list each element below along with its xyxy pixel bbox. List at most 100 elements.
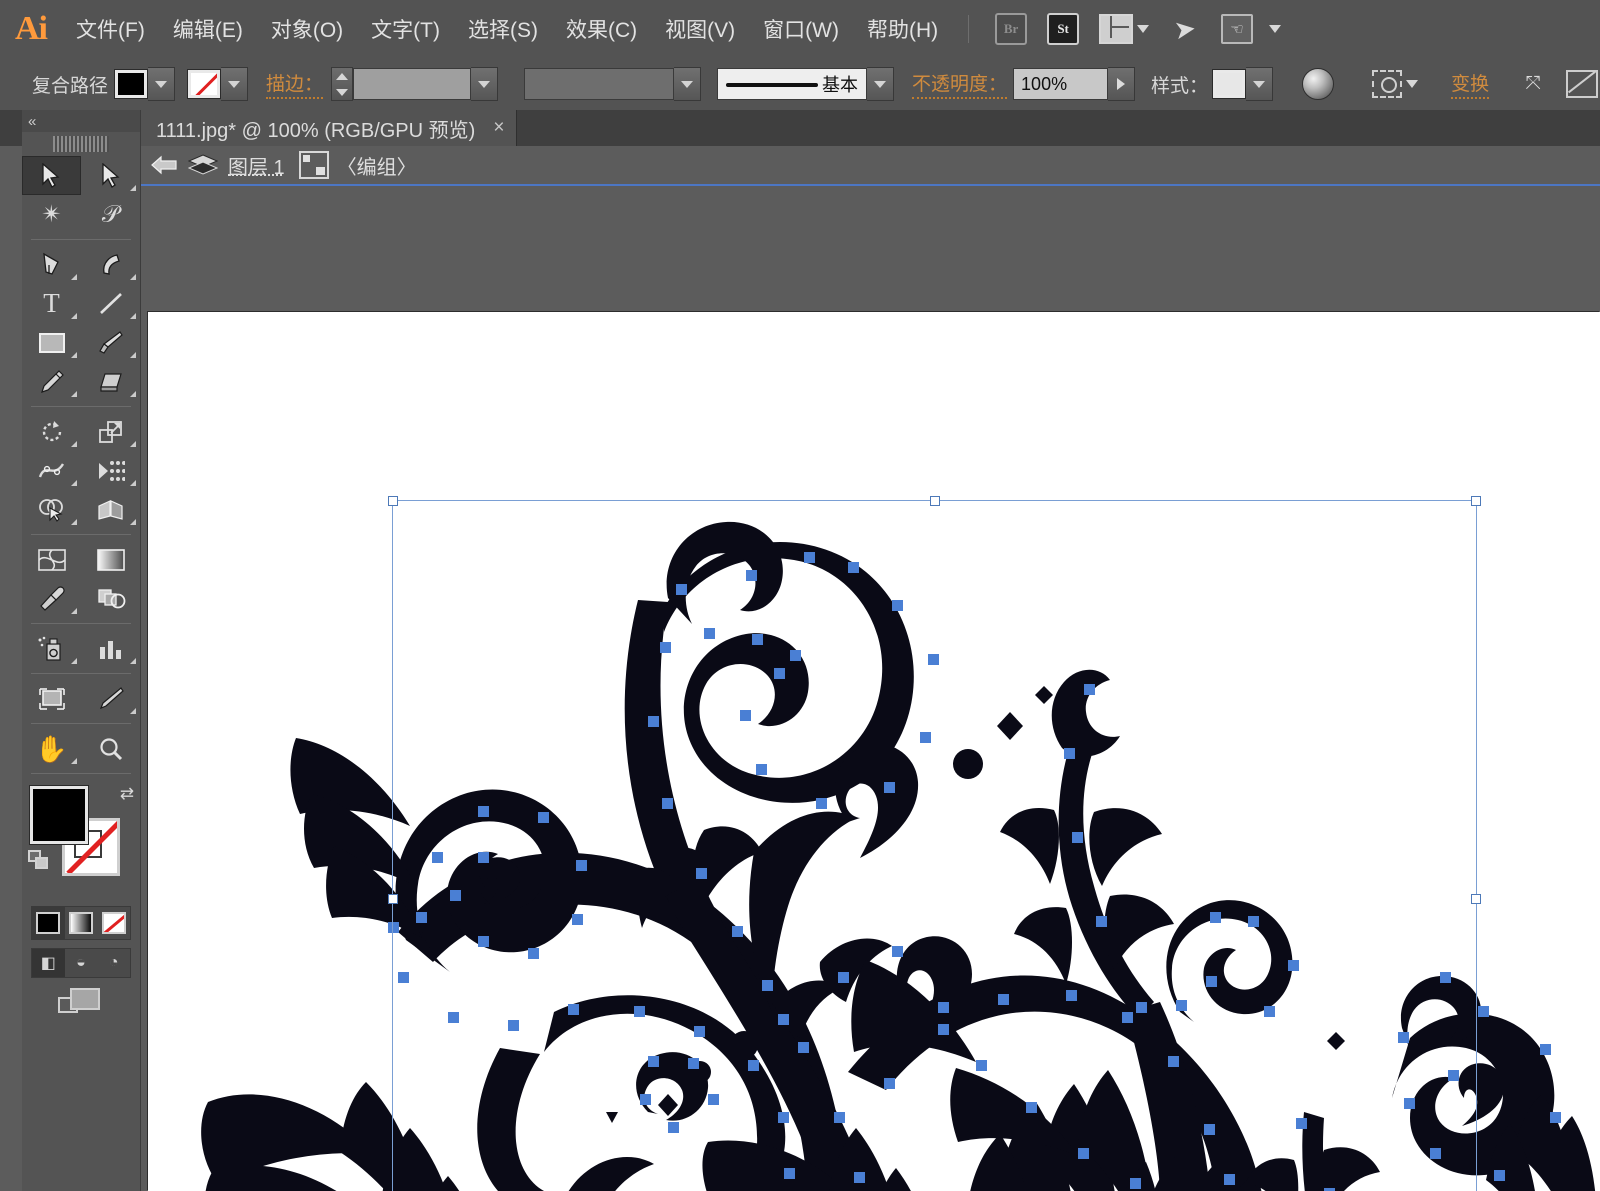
free-transform-tool[interactable] (81, 451, 140, 490)
close-icon[interactable]: × (493, 117, 504, 139)
eraser-tool[interactable] (81, 362, 140, 401)
back-arrow-icon[interactable] (150, 153, 180, 177)
toolbar-fill-swatch[interactable] (30, 786, 88, 844)
menu-select[interactable]: 选择(S) (454, 0, 552, 58)
opacity-flyout-button[interactable] (1108, 67, 1136, 101)
blend-tool[interactable] (81, 579, 140, 618)
document-tab[interactable]: 1111.jpg* @ 100% (RGB/GPU 预览) × (140, 110, 518, 146)
graphic-style-control[interactable] (1212, 67, 1274, 101)
tools-panel-grip[interactable] (53, 136, 109, 152)
workspace-chevron-icon[interactable] (1269, 25, 1282, 33)
recolor-artwork-button[interactable] (1566, 68, 1600, 100)
magic-wand-tool[interactable]: ✴ (22, 195, 81, 234)
touch-workspace-button[interactable]: ☜ (1220, 13, 1254, 45)
selection-tool[interactable] (22, 156, 81, 195)
chevron-down-icon (1406, 80, 1419, 88)
opacity-control[interactable]: 100% (1013, 67, 1136, 101)
menu-edit[interactable]: 编辑(E) (159, 0, 257, 58)
select-similar-button[interactable] (1372, 68, 1419, 100)
symbol-sprayer-tool[interactable] (22, 629, 81, 668)
brush-definition-control[interactable]: 基本 (717, 67, 895, 101)
teardrop-group-left (568, 1156, 654, 1191)
launch-button[interactable]: ➤ (1168, 13, 1202, 46)
fill-control[interactable] (114, 67, 176, 101)
align-button[interactable]: ⤧ (1518, 68, 1548, 100)
rectangle-tool[interactable] (22, 323, 81, 362)
tools-divider-7 (31, 773, 131, 774)
opacity-input[interactable]: 100% (1013, 68, 1109, 100)
paintbrush-tool[interactable] (81, 323, 140, 362)
menu-window[interactable]: 窗口(W) (749, 0, 853, 58)
pencil-tool[interactable] (22, 362, 81, 401)
rotate-tool[interactable] (22, 412, 81, 451)
stroke-profile-dropdown-button[interactable] (674, 67, 702, 101)
menu-file[interactable]: 文件(F) (62, 0, 159, 58)
menu-view[interactable]: 视图(V) (651, 0, 749, 58)
mesh-tool[interactable] (22, 540, 81, 579)
brush-definition-input[interactable]: 基本 (717, 68, 868, 100)
transform-label[interactable]: 变换 (1451, 69, 1490, 99)
artboard[interactable] (148, 312, 1600, 1191)
hand-tool[interactable]: ✋ (22, 729, 81, 768)
menu-bar: Ai 文件(F) 编辑(E) 对象(O) 文字(T) 选择(S) 效果(C) 视… (0, 0, 1600, 59)
tools-collapse-button[interactable]: « (22, 110, 140, 132)
none-mode-button[interactable] (97, 907, 130, 939)
arrange-documents-button[interactable] (1098, 13, 1150, 45)
stroke-dropdown-button[interactable] (221, 67, 249, 101)
gradient-mode-button[interactable] (65, 907, 98, 939)
stroke-weight-input[interactable] (353, 68, 472, 100)
stroke-profile-control[interactable] (524, 67, 702, 101)
breadcrumb-layer-link[interactable]: 图层 1 (228, 151, 285, 180)
graphic-style-dropdown-button[interactable] (1246, 67, 1274, 101)
stroke-label[interactable]: 描边： (266, 69, 324, 99)
screen-mode-button[interactable] (58, 988, 104, 1018)
opacity-mask-button[interactable] (1302, 68, 1335, 100)
graphic-style-swatch[interactable] (1212, 69, 1247, 99)
stroke-color-control[interactable] (187, 67, 249, 101)
canvas-area[interactable] (141, 186, 1600, 1191)
width-tool[interactable] (22, 451, 81, 490)
menu-effect[interactable]: 效果(C) (552, 0, 651, 58)
menu-help[interactable]: 帮助(H) (853, 0, 952, 58)
brush-definition-dropdown-button[interactable] (867, 67, 895, 101)
opacity-label[interactable]: 不透明度： (912, 69, 1008, 99)
shape-builder-tool[interactable] (22, 490, 81, 529)
stroke-profile-input[interactable] (524, 68, 675, 100)
direct-selection-tool[interactable] (81, 156, 140, 195)
type-tool[interactable]: T (22, 284, 81, 323)
zoom-tool[interactable] (81, 729, 140, 768)
artboard-tool[interactable] (22, 679, 81, 718)
fill-dropdown-button[interactable] (148, 67, 176, 101)
eyedropper-tool[interactable] (22, 579, 81, 618)
gradient-tool[interactable] (81, 540, 140, 579)
stock-button[interactable]: St (1046, 13, 1080, 45)
stroke-swatch[interactable] (187, 69, 222, 99)
draw-behind-button[interactable]: ◒ (65, 949, 98, 977)
menu-object[interactable]: 对象(O) (257, 0, 357, 58)
lasso-tool[interactable]: 𝒫 (81, 195, 140, 234)
default-fill-stroke-icon[interactable] (28, 850, 50, 870)
color-mode-button[interactable] (32, 907, 65, 939)
menu-type[interactable]: 文字(T) (357, 0, 454, 58)
stroke-weight-stepper[interactable] (331, 67, 354, 101)
slice-tool[interactable] (81, 679, 140, 718)
pen-tool[interactable] (22, 245, 81, 284)
bridge-button[interactable]: Br (994, 13, 1028, 45)
stroke-weight-dropdown-button[interactable] (471, 67, 499, 101)
chevron-down-icon (874, 80, 887, 88)
perspective-grid-tool[interactable] (81, 490, 140, 529)
curvature-tool[interactable] (81, 245, 140, 284)
stepper-up-icon[interactable] (336, 72, 349, 80)
swap-fill-stroke-icon[interactable]: ⇄ (120, 784, 134, 804)
blend-icon (97, 588, 125, 608)
draw-inside-button[interactable]: ◔ (97, 949, 130, 977)
fill-swatch[interactable] (114, 69, 149, 99)
layers-icon[interactable] (187, 154, 219, 176)
line-segment-tool[interactable] (81, 284, 140, 323)
column-graph-tool[interactable] (81, 629, 140, 668)
draw-normal-button[interactable]: ◧ (32, 949, 65, 977)
stepper-down-icon[interactable] (336, 88, 349, 96)
color-mode-strip (31, 906, 131, 940)
scale-tool[interactable] (81, 412, 140, 451)
stroke-weight-control[interactable] (331, 67, 499, 101)
